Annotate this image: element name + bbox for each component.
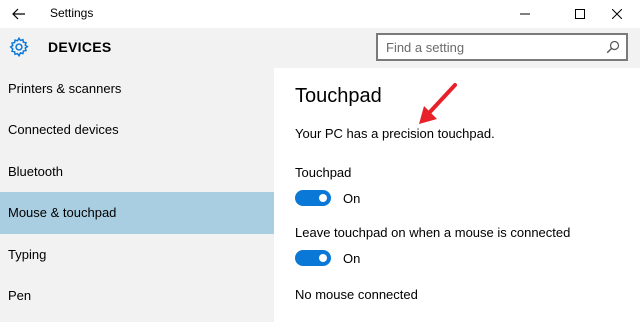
- sidebar-item-connected-devices[interactable]: Connected devices: [0, 109, 274, 150]
- sidebar-item-pen[interactable]: Pen: [0, 275, 274, 316]
- back-button[interactable]: [8, 4, 30, 24]
- page-title: Touchpad: [295, 85, 382, 107]
- leave-touchpad-on-state: On: [343, 251, 361, 266]
- maximize-icon: [575, 9, 585, 19]
- search-icon[interactable]: [606, 40, 620, 54]
- toggle-knob: [319, 194, 327, 202]
- toggle-knob: [319, 254, 327, 262]
- sidebar-item-mouse-touchpad[interactable]: Mouse & touchpad: [0, 192, 274, 234]
- sidebar-item-bluetooth[interactable]: Bluetooth: [0, 151, 274, 192]
- touchpad-toggle-label: Touchpad: [295, 165, 352, 180]
- leave-touchpad-on-toggle[interactable]: [295, 250, 331, 266]
- sidebar: Printers & scanners Connected devices Bl…: [0, 68, 274, 322]
- window-title: Settings: [50, 6, 94, 20]
- minimize-icon: [520, 13, 530, 15]
- close-icon: [612, 9, 622, 19]
- gear-icon: [9, 36, 29, 58]
- touchpad-toggle[interactable]: [295, 190, 331, 206]
- sidebar-item-typing[interactable]: Typing: [0, 234, 274, 275]
- close-button[interactable]: [594, 0, 640, 28]
- leave-touchpad-on-label: Leave touchpad on when a mouse is connec…: [295, 225, 571, 240]
- mouse-status: No mouse connected: [295, 287, 418, 302]
- red-arrow-icon: [419, 83, 457, 124]
- title-bar: Settings: [0, 0, 640, 28]
- minimize-button[interactable]: [502, 0, 548, 28]
- arrow-left-icon: [12, 8, 25, 20]
- touchpad-description: Your PC has a precision touchpad.: [295, 126, 495, 141]
- search-input[interactable]: [378, 35, 598, 59]
- search-box[interactable]: [376, 33, 628, 61]
- sidebar-item-printers-scanners[interactable]: Printers & scanners: [0, 68, 274, 109]
- settings-header: DEVICES: [0, 28, 640, 68]
- section-title: DEVICES: [48, 39, 112, 55]
- touchpad-toggle-state: On: [343, 191, 361, 206]
